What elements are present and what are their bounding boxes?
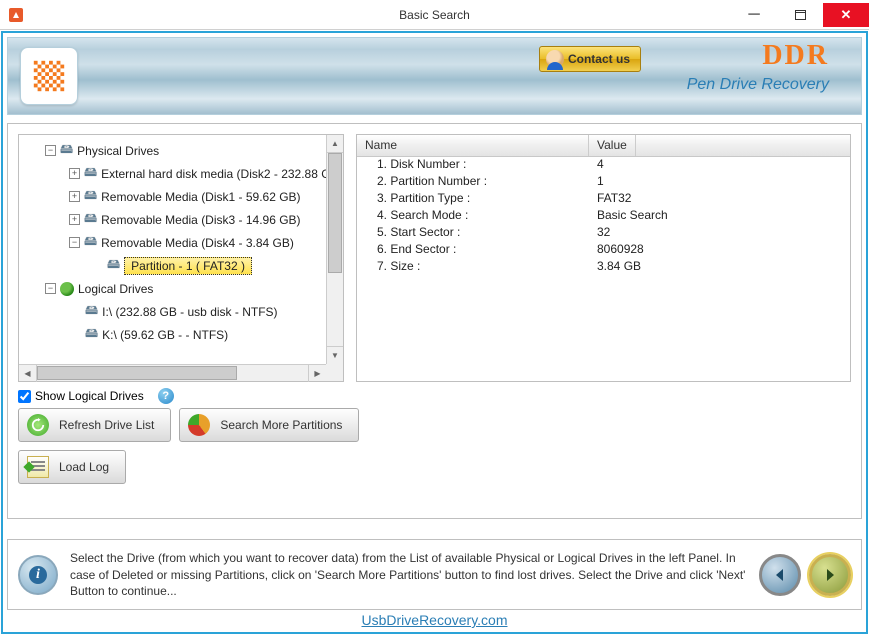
pie-chart-icon xyxy=(188,414,210,436)
column-header-value[interactable]: Value xyxy=(589,135,636,156)
tree-node[interactable]: External hard disk media (Disk2 - 232.88… xyxy=(101,167,330,181)
details-panel: Name Value 1. Disk Number :4 2. Partitio… xyxy=(356,134,851,382)
details-row: 5. Start Sector :32 xyxy=(357,225,850,242)
next-button[interactable] xyxy=(809,554,851,596)
window-title: Basic Search xyxy=(399,8,470,22)
drive-icon: 🖴 xyxy=(85,301,98,323)
contact-us-button[interactable]: Contact us xyxy=(539,46,641,72)
details-body: 1. Disk Number :4 2. Partition Number :1… xyxy=(357,157,850,276)
vertical-scrollbar[interactable] xyxy=(326,135,343,364)
drive-icon: 🖴 xyxy=(84,232,97,254)
expand-icon[interactable]: + xyxy=(69,191,80,202)
contact-label: Contact us xyxy=(568,52,630,66)
details-row: 2. Partition Number :1 xyxy=(357,174,850,191)
nav-buttons xyxy=(759,554,851,596)
drive-tree-panel: − 🖴 Physical Drives + 🖴 External hard di… xyxy=(18,134,344,382)
tree-node-logical[interactable]: Logical Drives xyxy=(78,282,153,296)
details-row: 1. Disk Number :4 xyxy=(357,157,850,174)
tree-node-selected[interactable]: Partition - 1 ( FAT32 ) xyxy=(124,257,252,275)
details-row: 6. End Sector :8060928 xyxy=(357,242,850,259)
window-controls: ─ ✕ xyxy=(731,3,869,27)
scrollbar-thumb[interactable] xyxy=(37,366,237,380)
tree-node[interactable]: Removable Media (Disk3 - 14.96 GB) xyxy=(101,213,300,227)
tree-node[interactable]: K:\ (59.62 GB - - NTFS) xyxy=(102,328,228,342)
instruction-text: Select the Drive (from which you want to… xyxy=(70,550,747,599)
drive-icon: 🖴 xyxy=(84,186,97,208)
drive-tree[interactable]: − 🖴 Physical Drives + 🖴 External hard di… xyxy=(19,135,343,381)
info-icon: i xyxy=(18,555,58,595)
expand-icon[interactable]: + xyxy=(69,214,80,225)
titlebar: Basic Search ─ ✕ xyxy=(0,0,869,30)
globe-icon xyxy=(60,282,74,296)
footer-link[interactable]: UsbDriveRecovery.com xyxy=(7,612,862,628)
app-icon xyxy=(8,7,24,23)
maximize-button[interactable] xyxy=(777,3,823,27)
tree-node-physical[interactable]: Physical Drives xyxy=(77,144,159,158)
collapse-icon[interactable]: − xyxy=(45,283,56,294)
app-logo xyxy=(20,47,78,105)
details-header: Name Value xyxy=(357,135,850,157)
brand-logo-text: DDR xyxy=(687,42,829,70)
tree-node[interactable]: Removable Media (Disk1 - 59.62 GB) xyxy=(101,190,300,204)
main-panel: − 🖴 Physical Drives + 🖴 External hard di… xyxy=(7,123,862,519)
button-label: Load Log xyxy=(59,460,109,474)
search-more-partitions-button[interactable]: Search More Partitions xyxy=(179,408,359,442)
app-frame: Contact us DDR Pen Drive Recovery − 🖴 Ph… xyxy=(1,31,868,634)
checkbox-input[interactable] xyxy=(18,390,31,403)
header-banner: Contact us DDR Pen Drive Recovery xyxy=(7,37,862,115)
log-file-icon xyxy=(27,456,49,478)
drive-icon: 🖴 xyxy=(60,140,73,162)
load-log-button[interactable]: Load Log xyxy=(18,450,126,484)
horizontal-scrollbar[interactable] xyxy=(19,364,326,381)
collapse-icon[interactable]: − xyxy=(45,145,56,156)
button-label: Refresh Drive List xyxy=(59,418,154,432)
collapse-icon[interactable]: − xyxy=(69,237,80,248)
person-icon xyxy=(546,50,564,68)
tree-node[interactable]: Removable Media (Disk4 - 3.84 GB) xyxy=(101,236,294,250)
drive-icon: 🖴 xyxy=(84,209,97,231)
show-logical-checkbox[interactable]: Show Logical Drives xyxy=(18,389,144,403)
details-row: 7. Size :3.84 GB xyxy=(357,259,850,276)
refresh-drive-list-button[interactable]: Refresh Drive List xyxy=(18,408,171,442)
brand-block: DDR Pen Drive Recovery xyxy=(687,42,829,94)
brand-subtitle: Pen Drive Recovery xyxy=(687,76,829,94)
instruction-bar: i Select the Drive (from which you want … xyxy=(7,539,862,610)
tree-node[interactable]: I:\ (232.88 GB - usb disk - NTFS) xyxy=(102,305,277,319)
minimize-button[interactable]: ─ xyxy=(731,3,777,27)
checkbox-label: Show Logical Drives xyxy=(35,389,144,403)
column-header-name[interactable]: Name xyxy=(357,135,589,156)
scrollbar-thumb[interactable] xyxy=(328,153,342,273)
help-icon[interactable]: ? xyxy=(158,388,174,404)
refresh-icon xyxy=(27,414,49,436)
drive-icon: 🖴 xyxy=(84,163,97,185)
back-button[interactable] xyxy=(759,554,801,596)
details-row: 3. Partition Type :FAT32 xyxy=(357,191,850,208)
details-row: 4. Search Mode :Basic Search xyxy=(357,208,850,225)
close-button[interactable]: ✕ xyxy=(823,3,869,27)
expand-icon[interactable]: + xyxy=(69,168,80,179)
button-label: Search More Partitions xyxy=(220,418,342,432)
scrollbar-corner xyxy=(326,364,343,381)
drive-icon: 🖴 xyxy=(107,255,120,277)
drive-icon: 🖴 xyxy=(85,324,98,346)
